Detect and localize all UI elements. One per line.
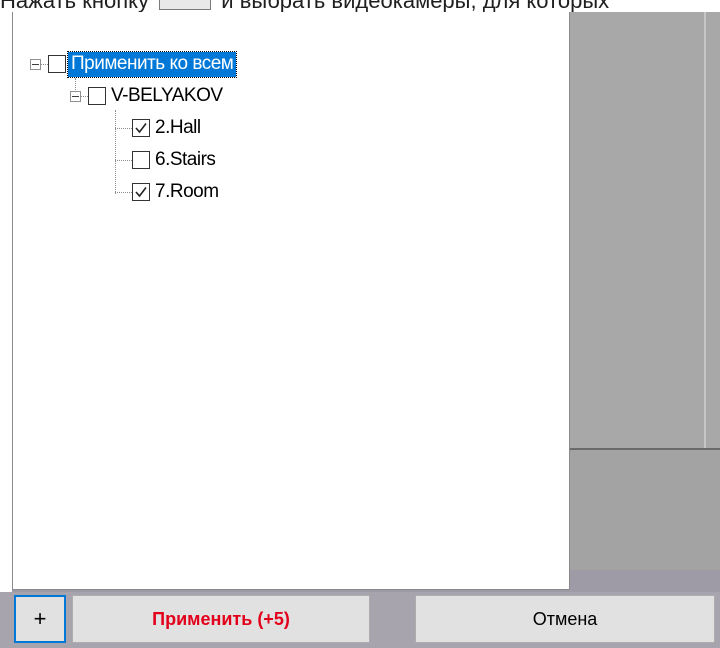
tree-node-camera[interactable]: 6.Stairs xyxy=(115,148,218,172)
caption-button-image xyxy=(159,0,212,10)
collapse-icon[interactable] xyxy=(30,58,41,70)
checkmark-icon xyxy=(135,123,147,134)
checkbox-apply-all[interactable] xyxy=(48,55,66,73)
tree-node-server[interactable]: V-BELYAKOV xyxy=(70,84,226,108)
checkbox-server[interactable] xyxy=(88,87,106,105)
tree-connector xyxy=(115,191,132,193)
collapse-icon[interactable] xyxy=(70,90,81,102)
tree-node-camera[interactable]: 2.Hall xyxy=(115,116,204,140)
left-margin xyxy=(0,12,12,648)
tree-node-label[interactable]: Применить ко всем xyxy=(66,50,238,78)
tree-connector xyxy=(41,63,48,65)
tree-connector xyxy=(115,127,132,129)
checkbox-camera-room[interactable] xyxy=(132,183,150,201)
tree-node-camera[interactable]: 7.Room xyxy=(115,180,222,204)
tree-node-label[interactable]: 6.Stairs xyxy=(152,149,218,171)
tree-connector xyxy=(115,159,132,161)
tree-node-label[interactable]: V-BELYAKOV xyxy=(108,85,226,107)
tree-node-root[interactable]: Применить ко всем xyxy=(30,50,238,78)
tree-node-label[interactable]: 2.Hall xyxy=(152,117,204,139)
camera-tree[interactable]: Применить ко всем V-BELYAKOV 2.Hall 6.St… xyxy=(12,46,570,590)
dropdown-header xyxy=(12,12,570,47)
cancel-button[interactable]: Отмена xyxy=(415,595,715,643)
tree-connector xyxy=(81,95,88,97)
right-lower-panel xyxy=(569,450,720,570)
checkbox-camera-stairs[interactable] xyxy=(132,151,150,169)
right-background-panel xyxy=(569,12,720,448)
apply-button[interactable]: Применить (+5) xyxy=(72,595,370,643)
checkmark-icon xyxy=(135,187,147,198)
tree-node-label[interactable]: 7.Room xyxy=(152,181,222,203)
add-button[interactable]: + xyxy=(14,595,66,643)
checkbox-camera-hall[interactable] xyxy=(132,119,150,137)
right-panel-edge xyxy=(704,12,706,448)
